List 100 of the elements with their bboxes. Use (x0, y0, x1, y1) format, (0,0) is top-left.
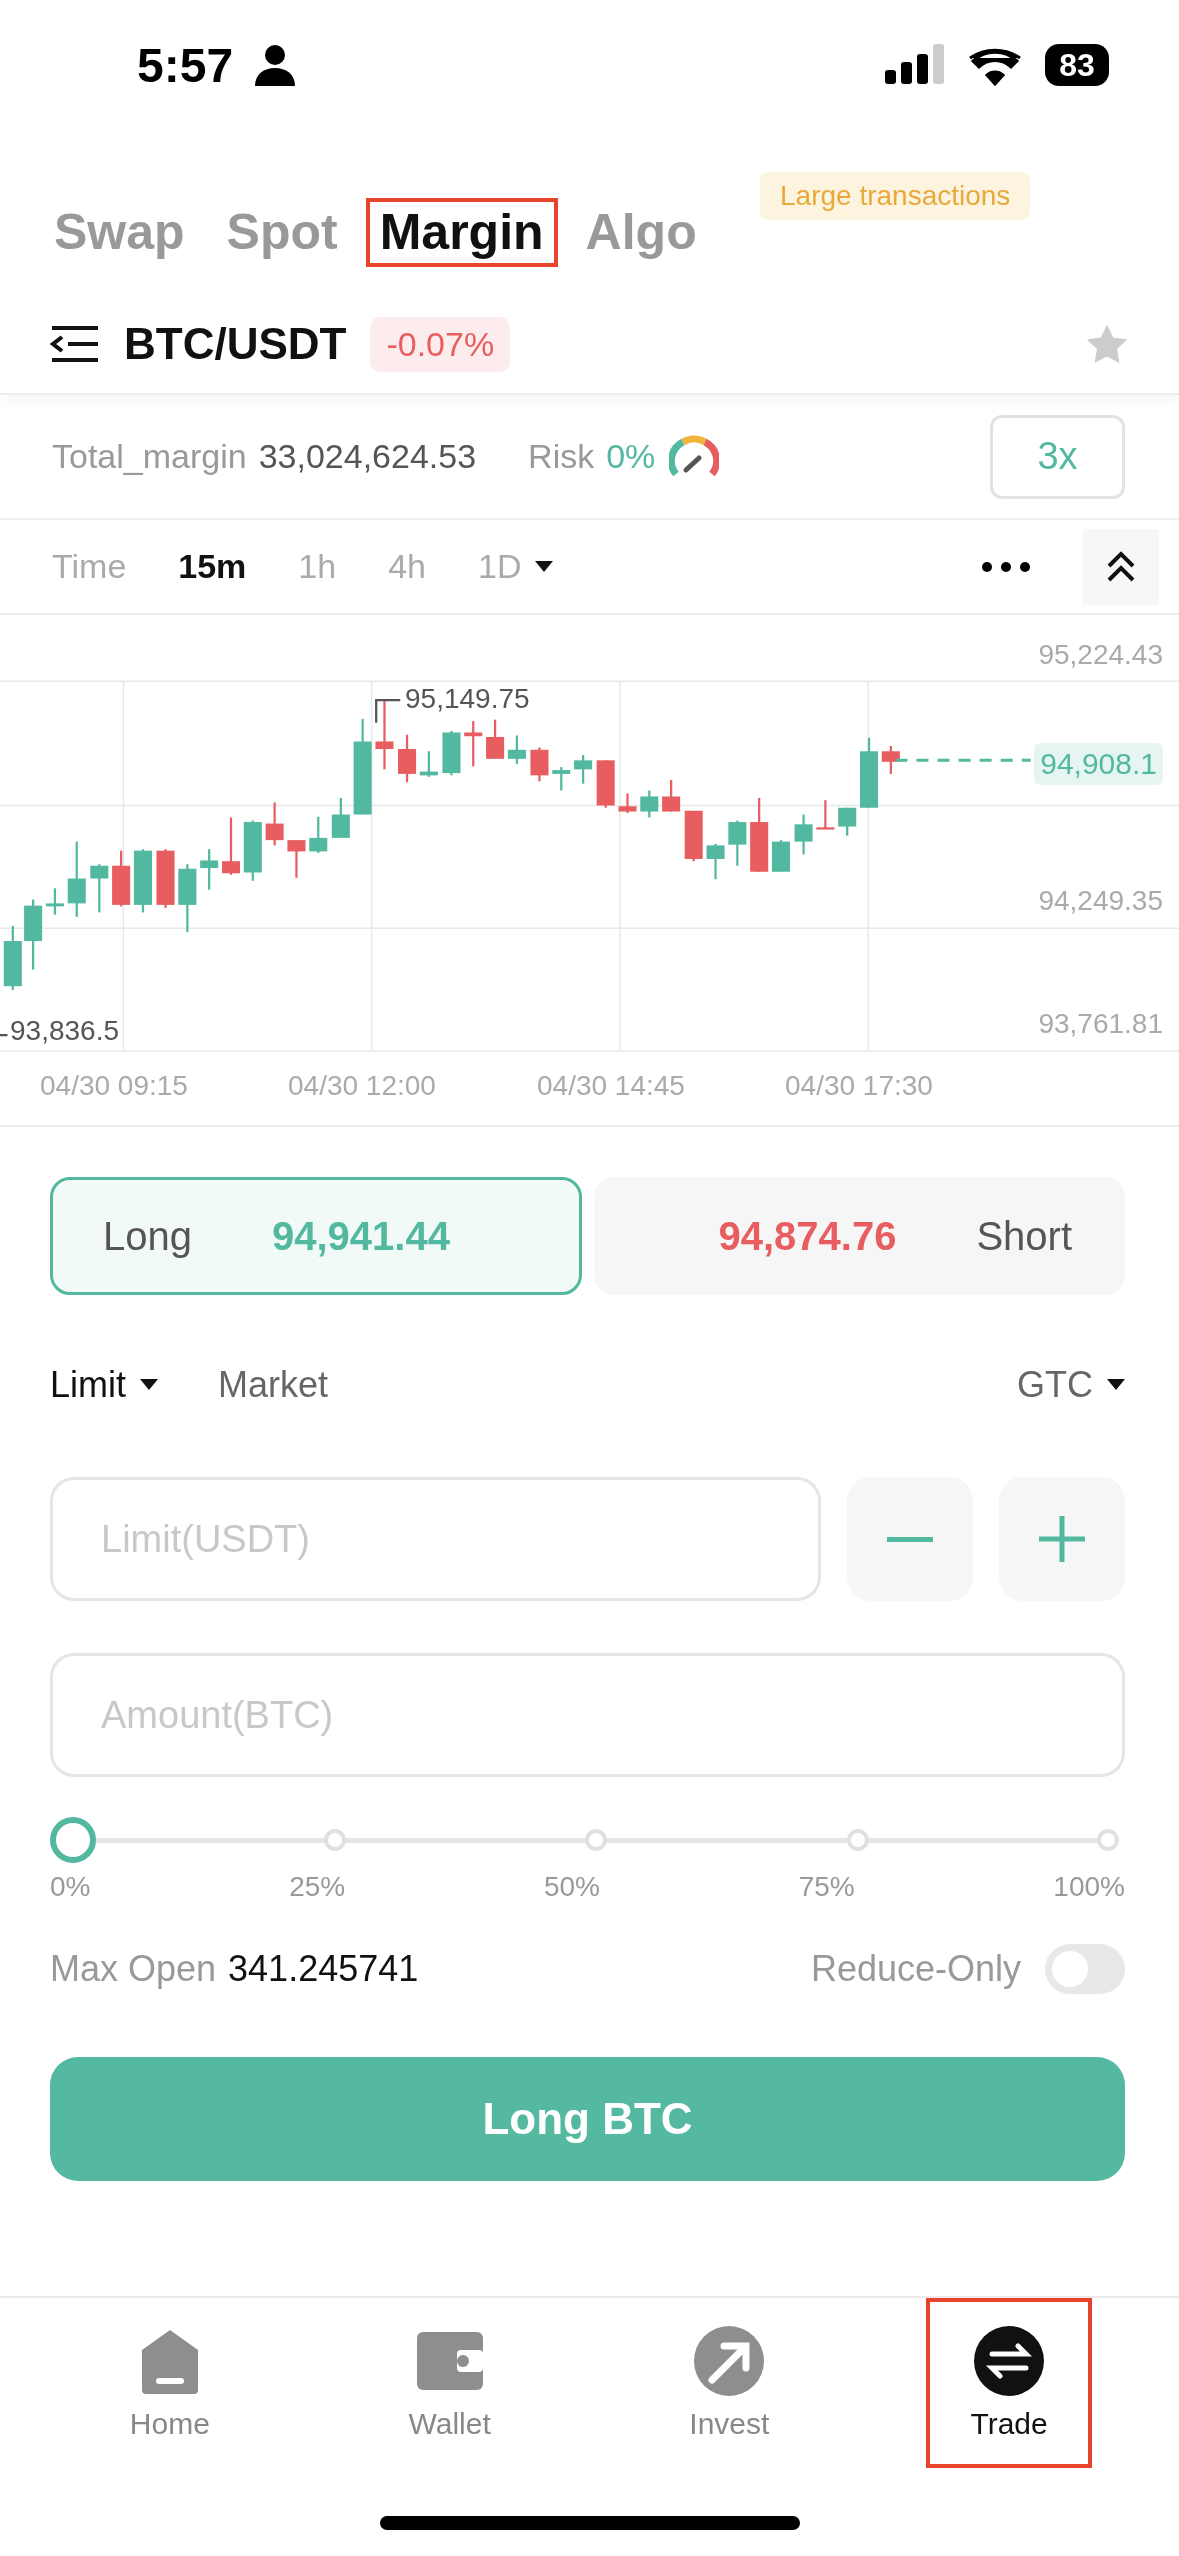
candlestick (574, 755, 593, 784)
interval-tab[interactable]: 15m (178, 547, 247, 586)
candlestick (3, 925, 22, 990)
wallet-icon (416, 2332, 483, 2390)
candlestick (552, 767, 571, 791)
slider-stop[interactable] (323, 1829, 346, 1851)
max-open-label: Max Open (50, 1948, 217, 1990)
side-button[interactable]: Long 94,941.44 (50, 1177, 582, 1295)
battery-indicator: 83 (1045, 44, 1109, 86)
time-axis-label: 04/30 14:45 (537, 1070, 685, 1102)
risk-value: 0% (606, 437, 656, 476)
candlestick (728, 820, 747, 866)
interval-tab[interactable]: 4h (388, 547, 426, 586)
swap-icon (974, 2326, 1045, 2396)
price-change-badge: -0.07% (370, 316, 511, 372)
caret-icon (1107, 1379, 1125, 1391)
candlestick (596, 760, 615, 808)
increase-button[interactable] (999, 1477, 1125, 1601)
candlestick (221, 817, 240, 875)
candlestick (243, 820, 262, 881)
candlestick (486, 719, 505, 759)
candlestick (90, 864, 109, 913)
submit-button[interactable]: Long BTC (50, 2057, 1125, 2181)
collapse-button[interactable] (1083, 528, 1159, 605)
side-button[interactable]: 94,874.76 Short (593, 1177, 1125, 1295)
time-axis-label: 04/30 12:00 (288, 1070, 436, 1102)
plus-icon (1039, 1516, 1085, 1562)
person-icon (255, 44, 296, 86)
candlestick (881, 746, 900, 774)
candlestick (45, 888, 64, 915)
slider-stop-label: 75% (798, 1871, 855, 1903)
candlestick (24, 899, 43, 970)
candlestick (684, 810, 703, 862)
candlestick (507, 735, 526, 765)
decrease-button[interactable] (847, 1477, 973, 1601)
menu-icon[interactable] (50, 324, 100, 364)
time-in-force-dropdown[interactable]: GTC (1017, 1364, 1125, 1406)
candlestick (133, 849, 152, 913)
slider-stop[interactable] (1097, 1829, 1119, 1851)
order-type-tab[interactable]: Market (218, 1364, 329, 1406)
candlestick (309, 816, 328, 853)
candlestick (464, 721, 483, 767)
candlestick (816, 800, 835, 830)
minus-icon (887, 1536, 933, 1542)
product-tab[interactable]: Spot (212, 197, 352, 267)
max-open-value: 341.245741 (228, 1948, 419, 1990)
product-tab[interactable]: Margin (365, 197, 558, 267)
risk-label: Risk (528, 437, 595, 476)
slider-stop[interactable] (585, 1829, 607, 1851)
low-price-label: 93,836.5 (10, 1015, 119, 1047)
nav-tab[interactable]: Wallet (366, 2298, 533, 2468)
product-tab[interactable]: Swap (40, 197, 199, 267)
candlestick (794, 814, 813, 855)
interval-tab[interactable]: 1h (298, 547, 337, 586)
candlestick (265, 802, 284, 846)
slider-thumb[interactable] (50, 1817, 96, 1863)
double-chevron-up-icon (1106, 550, 1136, 583)
status-time: 5:57 (137, 37, 234, 93)
last-price-tag: 94,908.1 (1034, 743, 1163, 785)
star-icon[interactable] (1085, 323, 1129, 365)
slider-stop-label: 25% (289, 1871, 346, 1903)
product-tab[interactable]: Algo (571, 197, 711, 267)
slider-stop-label: 50% (543, 1871, 600, 1903)
price-axis-label: 94,249.35 (1038, 885, 1163, 917)
high-price-label: 95,149.75 (405, 683, 530, 715)
total-margin-label: Total_margin (52, 437, 247, 476)
candlestick (662, 779, 681, 812)
time-axis-label: 04/30 09:15 (40, 1070, 188, 1102)
total-margin-value: 33,024,624.53 (258, 437, 477, 476)
candlestick (331, 797, 350, 838)
price-axis-label: 95,224.43 (1038, 639, 1163, 671)
candlestick (398, 734, 417, 783)
nav-tab[interactable]: Invest (646, 2298, 813, 2468)
candlestick (178, 864, 197, 932)
leader-line (0, 1034, 8, 1037)
candlestick (442, 730, 461, 776)
leverage-button[interactable]: 3x (990, 414, 1125, 499)
pair-symbol[interactable]: BTC/USDT (124, 319, 347, 369)
candlestick (200, 849, 219, 890)
price-axis-label: 93,761.81 (1038, 1008, 1163, 1040)
slider-stop[interactable] (846, 1829, 869, 1851)
interval-tab[interactable]: 1D (478, 547, 554, 586)
more-icon[interactable] (981, 560, 1031, 573)
nav-tab[interactable]: Home (86, 2298, 253, 2468)
candlestick (530, 747, 549, 782)
slider-stop-label: 100% (1053, 1871, 1125, 1903)
arrow-circle-icon (694, 2326, 765, 2396)
time-axis-label: 04/30 17:30 (785, 1070, 933, 1102)
order-type-tab[interactable]: Limit (50, 1364, 158, 1406)
nav-tab[interactable]: Trade (926, 2298, 1093, 2468)
interval-tab[interactable]: Time (52, 547, 127, 586)
candlestick (838, 807, 857, 836)
candlestick (706, 843, 725, 880)
candlestick (618, 793, 637, 813)
candlestick (860, 737, 879, 808)
leader-line (375, 698, 401, 723)
reduce-only-label: Reduce-Only (810, 1948, 1021, 1990)
candlestick (287, 840, 306, 878)
signal-icon (885, 44, 945, 86)
candlestick (771, 840, 790, 872)
